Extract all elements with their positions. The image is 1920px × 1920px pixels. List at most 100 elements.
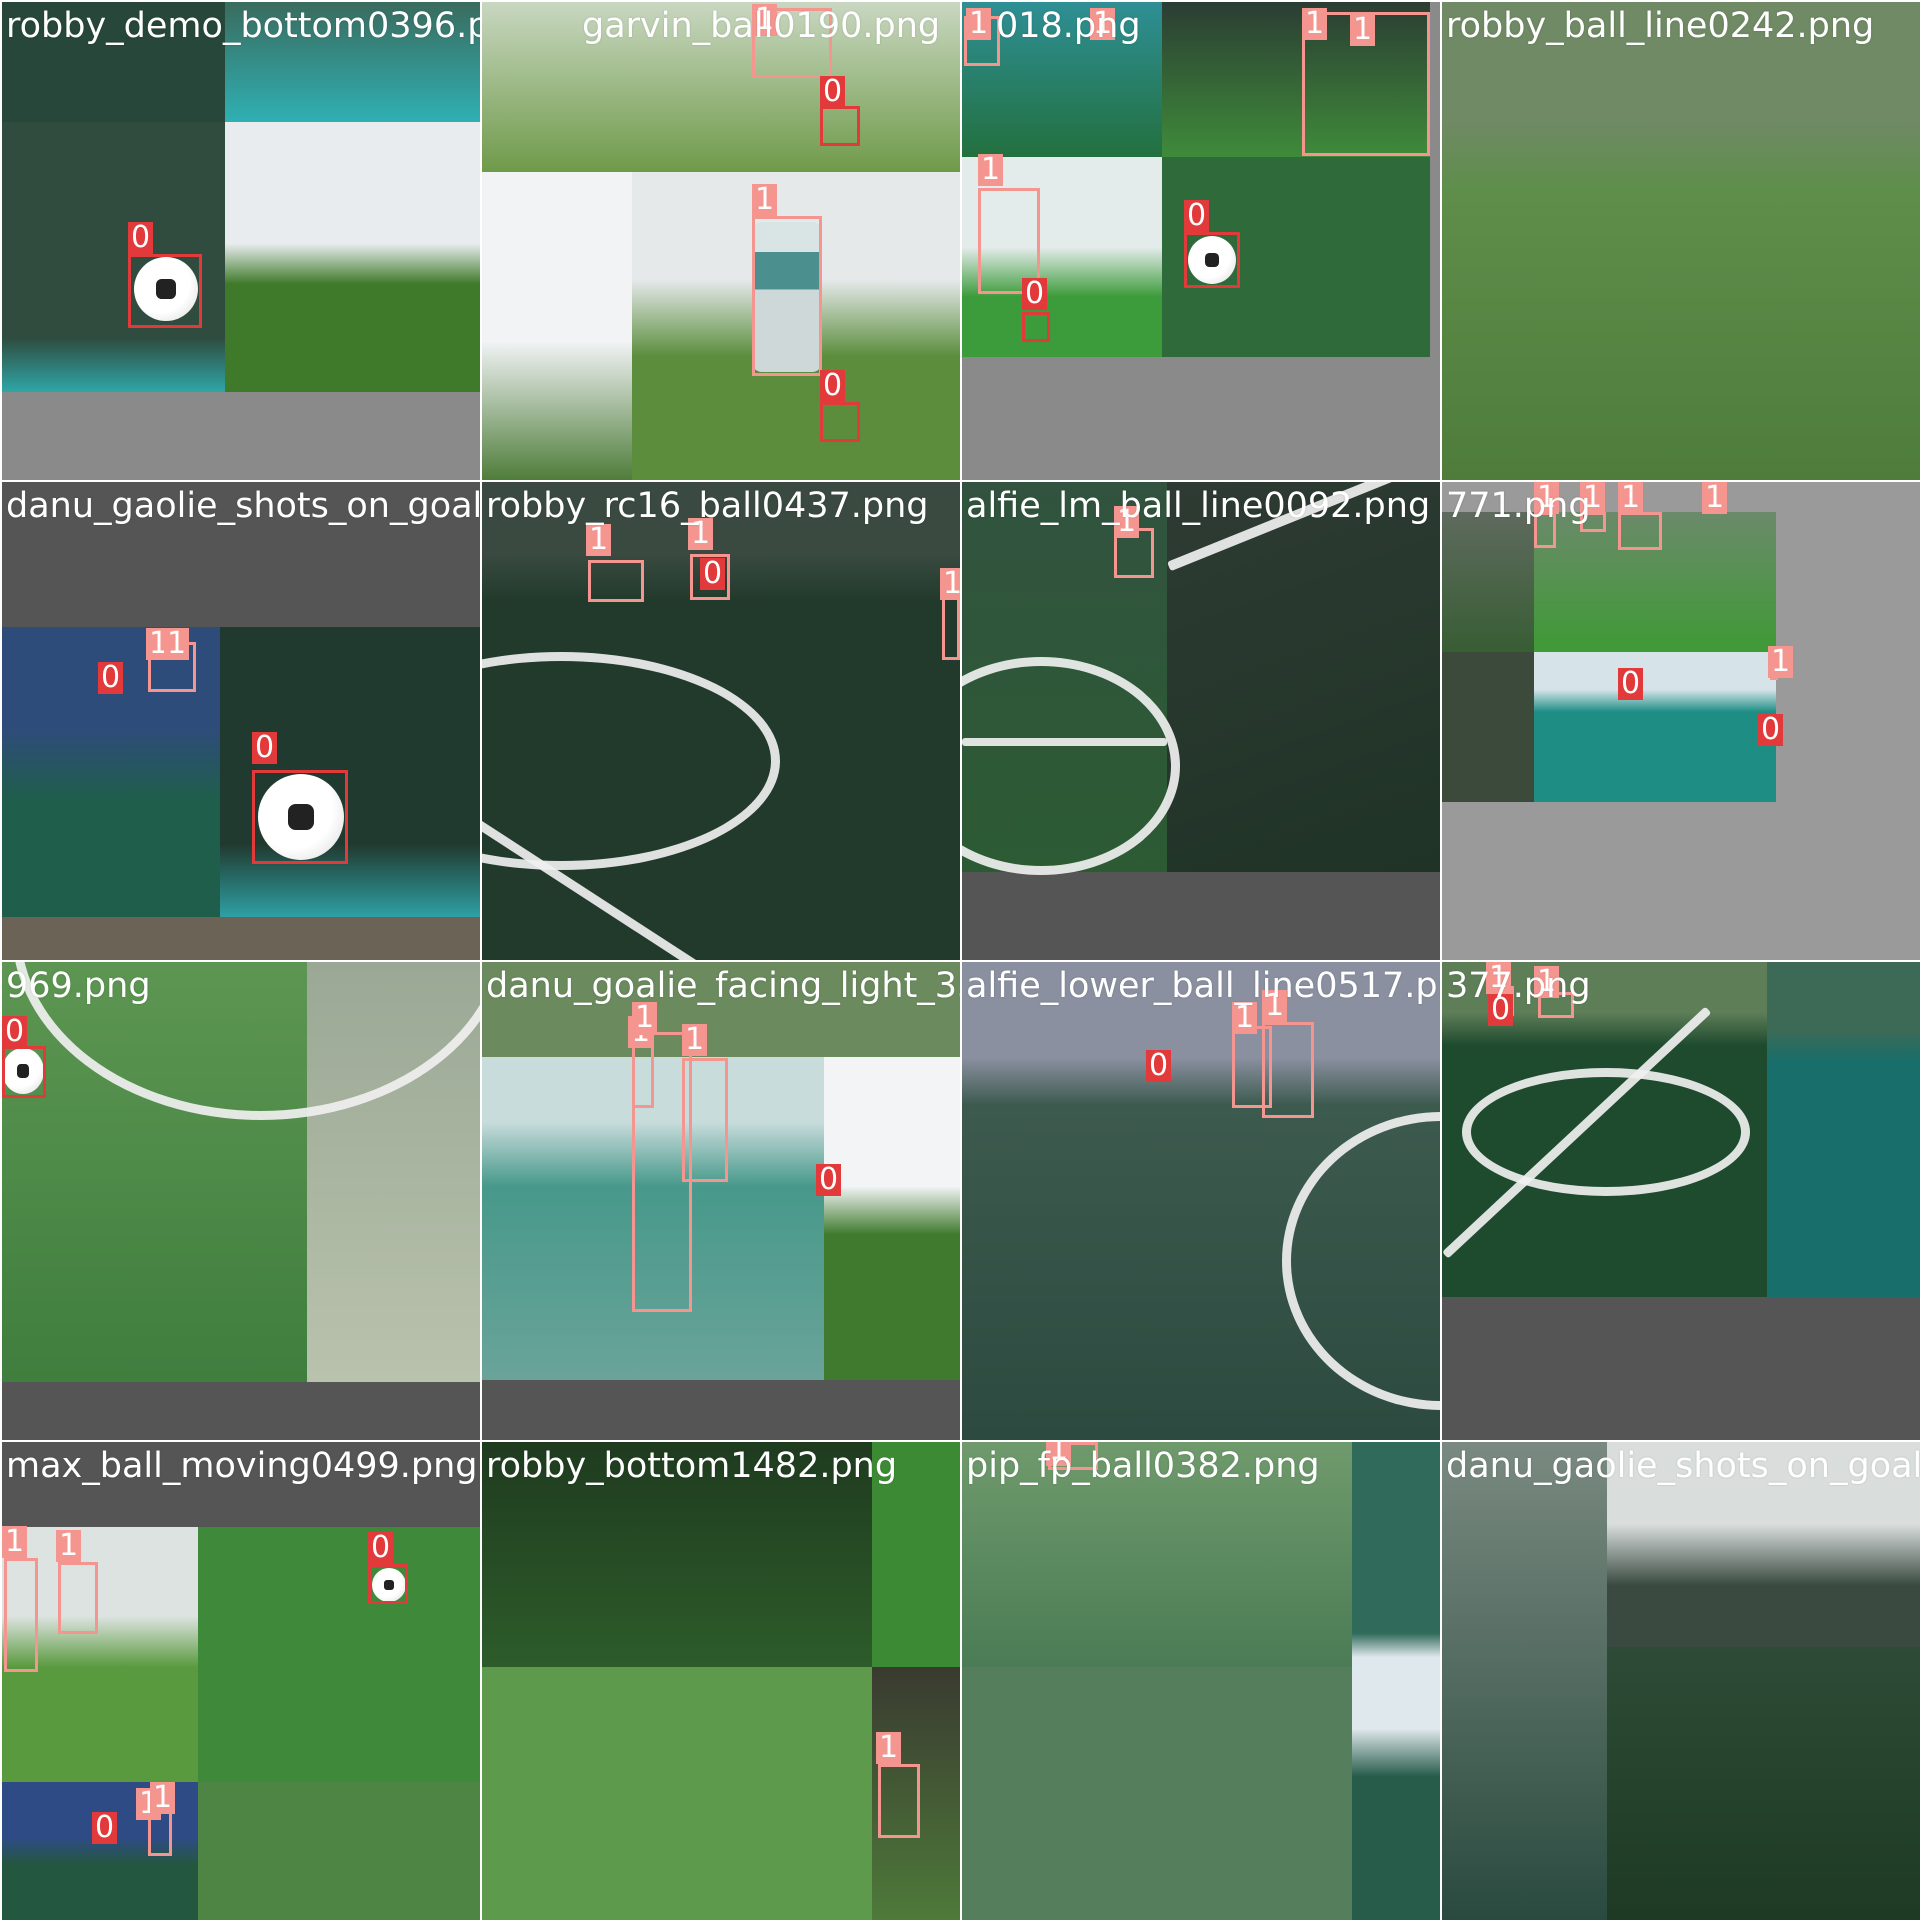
image-patch [482, 1667, 872, 1920]
center-circle [482, 652, 780, 870]
box-label: 0 [1618, 668, 1644, 700]
image-patch [1442, 1442, 1607, 1920]
image-filename: robby_demo_bottom0396.png [6, 6, 480, 46]
box-label: 0 [700, 558, 726, 590]
bounding-box [4, 1558, 38, 1672]
bounding-box [1262, 1022, 1314, 1118]
image-patch [1167, 482, 1440, 872]
box-label: 0 [368, 1532, 394, 1564]
bounding-box [1618, 512, 1662, 550]
box-label: 0 [820, 76, 846, 108]
bounding-box [1022, 312, 1050, 342]
mosaic-tile: 1 alfie_lm_ball_line0092.png [962, 482, 1440, 960]
bounding-box [820, 106, 860, 146]
mosaic-tile: 1 1 1 1 1 0 0 018.png [962, 2, 1440, 480]
image-filename: alfie_lm_ball_line0092.png [966, 486, 1431, 526]
mosaic-tile: 1 pip_fp_ball0382.png [962, 1442, 1440, 1920]
mosaic-tile: 0 1 1 alfie_lower_ball_line0517.png [962, 962, 1440, 1440]
box-label: 1 [586, 524, 612, 556]
box-label: 1 [2, 1526, 28, 1558]
box-label: 0 [128, 222, 154, 254]
image-filename: robby_ball_line0242.png [1446, 6, 1875, 46]
box-label: 0 [1184, 200, 1210, 232]
mosaic-tile: 1 0 1 377.png [1442, 962, 1920, 1440]
box-label: 0 [1758, 714, 1784, 746]
box-label: 1 [682, 1024, 708, 1056]
mosaic-tile: robby_ball_line0242.png [1442, 2, 1920, 480]
image-filename: max_ball_moving0499.png [6, 1446, 478, 1486]
image-filename: robby_rc16_ball0437.png [486, 486, 929, 526]
image-patch [1534, 652, 1776, 802]
mosaic-tile: 1 robby_bottom1482.png [482, 1442, 960, 1920]
box-label: 0 [816, 1164, 842, 1196]
box-label: 1 [1618, 482, 1644, 514]
mosaic-tile: 1 1 1 1 1 0 0 771.png [1442, 482, 1920, 960]
image-filename: 969.png [6, 966, 151, 1006]
box-label: 0 [820, 370, 846, 402]
bounding-box [2, 1046, 46, 1098]
box-label: 1 [966, 8, 992, 40]
box-label: 1 [1768, 646, 1794, 678]
box-label: 0 [252, 732, 278, 764]
box-label: 1 [164, 628, 190, 660]
box-label: 1 [1302, 8, 1328, 40]
image-patch [962, 1667, 1352, 1920]
image-patch [482, 172, 632, 480]
bounding-box [752, 216, 822, 376]
box-label: 1 [150, 1782, 176, 1814]
mosaic-tile: 0 1 1 0 danu_gaolie_shots_on_goal2042 [2, 482, 480, 960]
image-patch [1442, 652, 1534, 802]
mosaic-tile: danu_gaolie_shots_on_goal [1442, 1442, 1920, 1920]
center-circle [1462, 1068, 1750, 1196]
image-patch [198, 1527, 480, 1782]
mosaic-tile: 0 robby_demo_bottom0396.png [2, 2, 480, 480]
mosaic-tile: 0 969.png [2, 962, 480, 1440]
bounding-box [368, 1564, 408, 1604]
mosaic-tile: 1 0 1 0 garvin_ball0190.png [482, 2, 960, 480]
center-circle [1282, 1112, 1440, 1410]
image-patch [1767, 962, 1920, 1297]
bounding-box [878, 1764, 920, 1838]
mosaic-tile: 1 1 1 0 danu_goalie_facing_light_353 [482, 962, 960, 1440]
image-patch [1607, 1647, 1920, 1920]
bounding-box [58, 1562, 98, 1634]
image-filename: alfie_lower_ball_line0517.png [966, 966, 1440, 1006]
box-label: 1 [752, 184, 778, 216]
box-label: 1 [1232, 1002, 1258, 1034]
image-filename: danu_goalie_facing_light_353 [486, 966, 960, 1006]
box-label: 0 [1022, 278, 1048, 310]
field-line [962, 738, 1167, 746]
image-filename: 771.png [1446, 486, 1591, 526]
image-patch [2, 917, 480, 960]
image-patch [824, 1057, 960, 1380]
box-label: 1 [1702, 482, 1728, 514]
image-patch [198, 1782, 480, 1920]
image-filename: robby_bottom1482.png [486, 1446, 898, 1486]
mosaic-tile: 1 1 0 1 robby_rc16_ball0437.png [482, 482, 960, 960]
mosaic-grid: 0 robby_demo_bottom0396.png 1 0 1 0 garv… [0, 0, 1920, 1920]
box-label: 1 [940, 568, 960, 600]
mosaic-tile: 1 1 0 1 1 0 max_ball_moving0499.png [2, 1442, 480, 1920]
image-patch [1352, 1442, 1440, 1920]
image-filename: 018.png [996, 6, 1141, 46]
image-filename: garvin_ball0190.png [582, 6, 941, 46]
bounding-box [1184, 232, 1240, 288]
image-patch [225, 122, 480, 392]
bounding-box [682, 1058, 728, 1182]
bounding-box [252, 770, 348, 864]
bounding-box [588, 560, 644, 602]
box-label: 1 [876, 1732, 902, 1764]
image-filename: danu_gaolie_shots_on_goal2042 [6, 486, 480, 526]
box-label: 1 [56, 1530, 82, 1562]
image-filename: 377.png [1446, 966, 1591, 1006]
box-label: 1 [978, 154, 1004, 186]
image-filename: pip_fp_ball0382.png [966, 1446, 1320, 1486]
box-label: 0 [98, 662, 124, 694]
box-label: 1 [1350, 14, 1376, 46]
box-label: 0 [1146, 1050, 1172, 1082]
image-filename: danu_gaolie_shots_on_goal [1446, 1446, 1920, 1486]
bounding-box [128, 254, 202, 328]
box-label: 1 [632, 1002, 658, 1034]
box-label: 0 [92, 1812, 118, 1844]
bounding-box [820, 402, 860, 442]
